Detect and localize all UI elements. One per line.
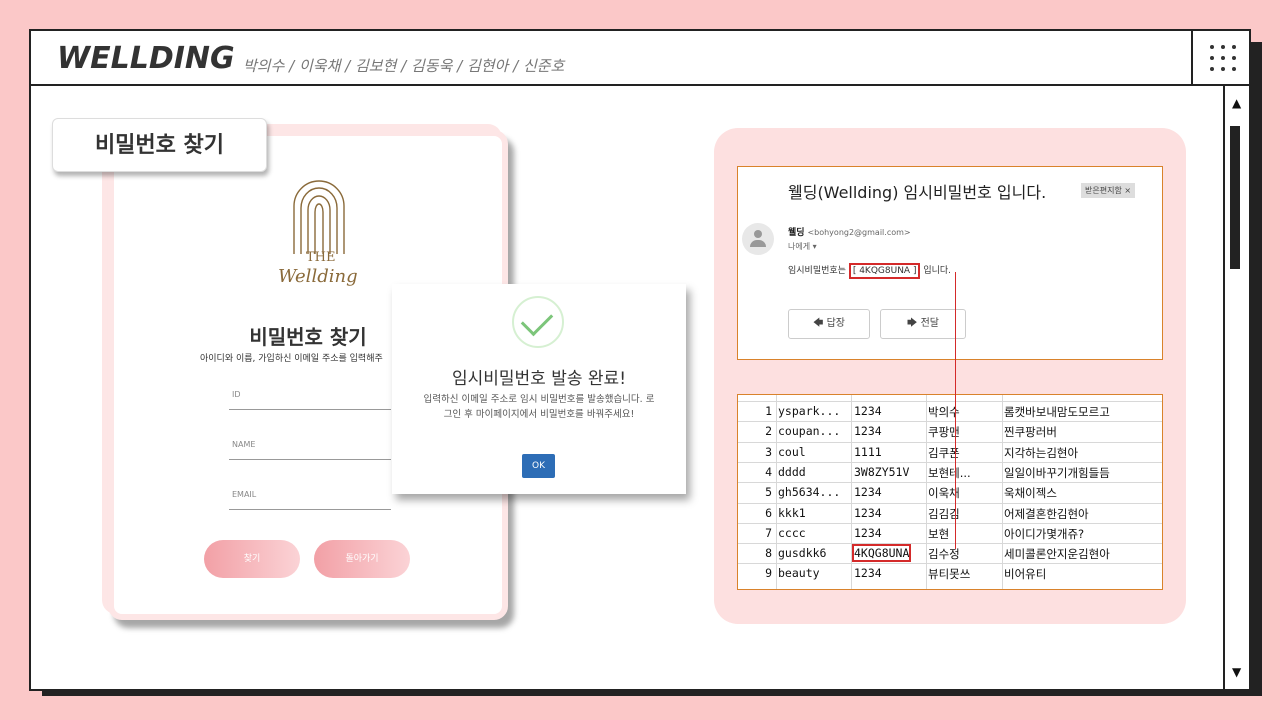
cell-id: kkk1	[778, 505, 806, 520]
table-row: 1 yspark... 1234 박의수 롬캣바보내맘도모르고	[738, 401, 1162, 421]
body-prefix: 임시비밀번호는	[788, 266, 849, 276]
menu-button[interactable]	[1191, 31, 1249, 86]
team-members: 박의수 / 이욱채 / 김보현 / 김동욱 / 김현아 / 신준호	[243, 57, 565, 75]
cell-idx: 1	[765, 404, 772, 418]
reply-label: 답장	[826, 318, 845, 329]
cell-pw: 3W8ZY51V	[854, 464, 910, 479]
cell-nick: 아이디가몇개쥬?	[1004, 526, 1085, 541]
header: WELLDING 박의수 / 이욱채 / 김보현 / 김동욱 / 김현아 / 신…	[31, 31, 1249, 86]
card-subtitle: 아이디와 이름, 가입하신 이메일 주소를 입력해주	[200, 354, 383, 364]
table-row: 6 kkk1 1234 김김김 어제결혼한김현아	[738, 502, 1162, 523]
cell-nick: 세미콜론안지운김현아	[1004, 547, 1110, 562]
email-subject: 웰딩(Wellding) 임시비밀번호 입니다.	[788, 183, 1047, 202]
cell-nick: 비어유티	[1004, 567, 1047, 582]
cell-idx: 4	[765, 464, 772, 479]
email-screenshot: 웰딩(Wellding) 임시비밀번호 입니다. 받은편지함 × 웰딩 <boh…	[737, 166, 1163, 360]
find-button[interactable]: 찾기	[204, 540, 300, 578]
cell-name: 보현	[928, 526, 950, 541]
avatar-icon	[742, 223, 774, 255]
cell-pw: 1234	[854, 505, 882, 520]
forward-icon: 🡆	[907, 318, 918, 329]
cell-nick: 찐쿠팡러버	[1004, 425, 1057, 440]
cell-nick: 욱채이젝스	[1004, 486, 1057, 501]
table-row: 7 cccc 1234 보현 아이디가몇개쥬?	[738, 522, 1162, 543]
back-button[interactable]: 돌아가기	[314, 540, 410, 578]
cell-idx: 9	[765, 566, 772, 581]
forward-button[interactable]: 🡆 전달	[880, 309, 966, 339]
logo-the-text: THE	[306, 250, 336, 265]
table-row: 3 coul 1111 김쿠폰 지각하는김현아	[738, 441, 1162, 462]
email-placeholder: EMAIL	[232, 490, 257, 499]
logo-name-text: Wellding	[278, 266, 358, 287]
recipient[interactable]: 나에게 ▾	[788, 241, 817, 252]
cell-pw: 1234	[854, 485, 882, 500]
cell-nick: 일일이바꾸기개힘들듬	[1004, 465, 1110, 480]
reply-button[interactable]: 🡄 답장	[788, 309, 870, 339]
name-placeholder: NAME	[232, 440, 256, 449]
arch-logo-icon	[293, 180, 345, 254]
modal-message: 입력하신 이메일 주소로 임시 비밀번호를 발송했습니다. 로그인 후 마이페이…	[423, 394, 655, 420]
cell-pw: 1234	[854, 566, 882, 581]
cell-idx: 6	[765, 505, 772, 520]
email-sender: 웰딩 <bohyong2@gmail.com>	[788, 225, 911, 238]
cell-idx: 7	[765, 525, 772, 540]
cell-idx: 5	[765, 485, 772, 500]
cell-id: gusdkk6	[778, 546, 827, 561]
cell-id: gh5634...	[778, 485, 841, 500]
name-field[interactable]: NAME	[229, 434, 391, 460]
scrollbar[interactable]: ▲ ▼	[1223, 86, 1249, 689]
forward-label: 전달	[920, 318, 939, 329]
temp-password: [ 4KQG8UNA ]	[848, 263, 921, 279]
check-circle-icon	[512, 296, 564, 348]
connector-line	[955, 272, 956, 549]
cell-nick: 지각하는김현아	[1004, 445, 1079, 460]
wellding-logo: THE Wellding	[278, 176, 358, 296]
reply-icon: 🡄	[813, 318, 824, 329]
scroll-down-icon[interactable]: ▼	[1232, 665, 1241, 679]
cell-idx: 8	[765, 546, 772, 561]
table-row: 5 gh5634... 1234 이욱채 욱채이젝스	[738, 482, 1162, 502]
id-field[interactable]: ID	[229, 384, 391, 410]
ok-button[interactable]: OK	[522, 454, 555, 478]
database-table: 1 yspark... 1234 박의수 롬캣바보내맘도모르고 2 coupan... 123…	[737, 394, 1163, 590]
modal-title: 임시비밀번호 발송 완료!	[451, 369, 627, 389]
cell-pw: 1234	[854, 424, 882, 439]
email-body: 임시비밀번호는 [ 4KQG8UNA ] 입니다.	[788, 263, 951, 279]
sender-name: 웰딩	[788, 228, 805, 238]
email-field[interactable]: EMAIL	[229, 484, 391, 510]
table-row: 9 beauty 1234 뷰티못쓰 비어유티	[738, 563, 1162, 583]
cell-name: 뷰티못쓰	[928, 567, 971, 582]
cell-nick: 어제결혼한김현아	[1004, 506, 1089, 521]
sender-email: <bohyong2@gmail.com>	[807, 228, 911, 237]
success-modal: 임시비밀번호 발송 완료! 입력하신 이메일 주소로 임시 비밀번호를 발송했습…	[392, 284, 686, 494]
table-row: 4 dddd 3W8ZY51V 보현테... 일일이바꾸기개힘들듬	[738, 461, 1162, 482]
table-row: 8 gusdkk6 4KQG8UNA 김수정 세미콜론안지운김현아	[738, 543, 1162, 563]
id-placeholder: ID	[232, 390, 241, 399]
cell-idx: 3	[765, 444, 772, 459]
scroll-thumb[interactable]	[1230, 126, 1240, 269]
scroll-up-icon[interactable]: ▲	[1232, 96, 1241, 110]
section-tag: 비밀번호 찾기	[52, 118, 267, 172]
cell-id: dddd	[778, 464, 806, 479]
cell-id: cccc	[778, 525, 806, 540]
cell-idx: 2	[765, 424, 772, 439]
cell-pw: 1234	[854, 404, 882, 418]
cell-id: coupan...	[778, 424, 841, 439]
cell-id: yspark...	[778, 404, 841, 418]
cell-pw: 1234	[854, 525, 882, 540]
cell-id: beauty	[778, 566, 820, 581]
brand-title: WELLDING	[57, 41, 235, 76]
grid-menu-icon	[1210, 45, 1236, 71]
body-suffix: 입니다.	[920, 266, 952, 276]
cell-pw: 1111	[854, 444, 882, 459]
inbox-label[interactable]: 받은편지함 ×	[1081, 183, 1136, 198]
cell-id: coul	[778, 444, 806, 459]
cell-name: 보현테...	[928, 465, 971, 480]
cell-pw: 4KQG8UNA	[851, 544, 912, 563]
table-row: 2 coupan... 1234 쿠팡맨 찐쿠팡러버	[738, 421, 1162, 441]
cell-nick: 롬캣바보내맘도모르고	[1004, 405, 1110, 419]
